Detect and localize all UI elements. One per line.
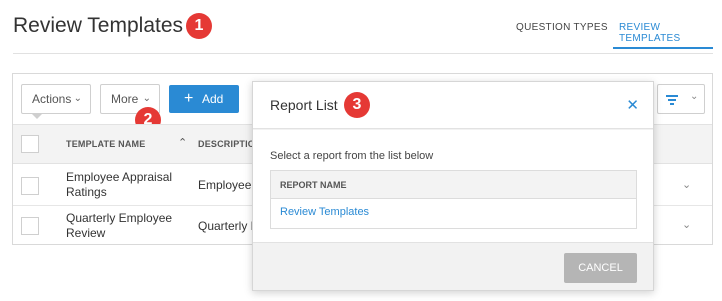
- actions-dropdown[interactable]: Actions ⌄: [21, 84, 91, 114]
- chevron-down-icon: ⌄: [690, 91, 699, 102]
- row-checkbox[interactable]: [21, 217, 39, 235]
- tab-question-types[interactable]: QUESTION TYPES: [516, 22, 608, 33]
- dialog-body: Select a report from the list below REPO…: [253, 130, 653, 243]
- dialog-title: Report List: [270, 97, 338, 113]
- report-link-review-templates[interactable]: Review Templates: [280, 206, 369, 218]
- plus-icon: +: [184, 90, 194, 107]
- tab-review-templates[interactable]: REVIEW TEMPLATES: [619, 22, 722, 44]
- actions-label: Actions: [32, 92, 72, 106]
- dialog-instruction: Select a report from the list below: [270, 150, 434, 162]
- report-table-header: REPORT NAME: [271, 171, 636, 199]
- callout-badge-3: 3: [344, 92, 370, 118]
- template-name-cell[interactable]: Quarterly Employee Review: [66, 211, 172, 241]
- page-title: Review Templates: [13, 14, 184, 37]
- filter-options-dropdown[interactable]: ⌄: [686, 84, 705, 114]
- description-cell: Employee: [198, 178, 252, 192]
- template-name-line: Quarterly Employee: [66, 211, 173, 225]
- template-name-line: Employee Appraisal: [66, 170, 173, 184]
- template-name-line: Ratings: [66, 185, 107, 199]
- chevron-down-icon: ⌄: [73, 93, 82, 104]
- actions-pointer: [32, 114, 42, 119]
- callout-badge-1: 1: [186, 13, 212, 39]
- header-divider: [13, 53, 713, 54]
- add-label: Add: [202, 92, 224, 106]
- column-header-report-name: REPORT NAME: [280, 180, 347, 190]
- expand-row-chevron-icon[interactable]: ⌄: [682, 218, 691, 231]
- filter-button[interactable]: [657, 84, 687, 114]
- report-list-dialog: Report List 3 ✕ Select a report from the…: [252, 81, 654, 291]
- close-icon[interactable]: ✕: [626, 96, 639, 114]
- add-button[interactable]: + Add: [169, 85, 239, 113]
- template-name-cell[interactable]: Employee Appraisal Ratings: [66, 170, 172, 200]
- row-checkbox[interactable]: [21, 177, 39, 195]
- report-table: REPORT NAME Review Templates: [270, 170, 637, 229]
- dialog-header: Report List 3 ✕: [253, 82, 653, 129]
- more-label: More: [111, 92, 139, 106]
- template-name-line: Review: [66, 226, 106, 240]
- select-all-checkbox[interactable]: [21, 135, 39, 153]
- sort-ascending-icon[interactable]: ⌃: [178, 136, 187, 149]
- description-cell: Quarterly E: [198, 219, 259, 233]
- cancel-button[interactable]: CANCEL: [564, 253, 637, 283]
- expand-row-chevron-icon[interactable]: ⌄: [682, 178, 691, 191]
- active-tab-indicator: [613, 47, 713, 49]
- column-header-template-name[interactable]: TEMPLATE NAME: [66, 139, 145, 149]
